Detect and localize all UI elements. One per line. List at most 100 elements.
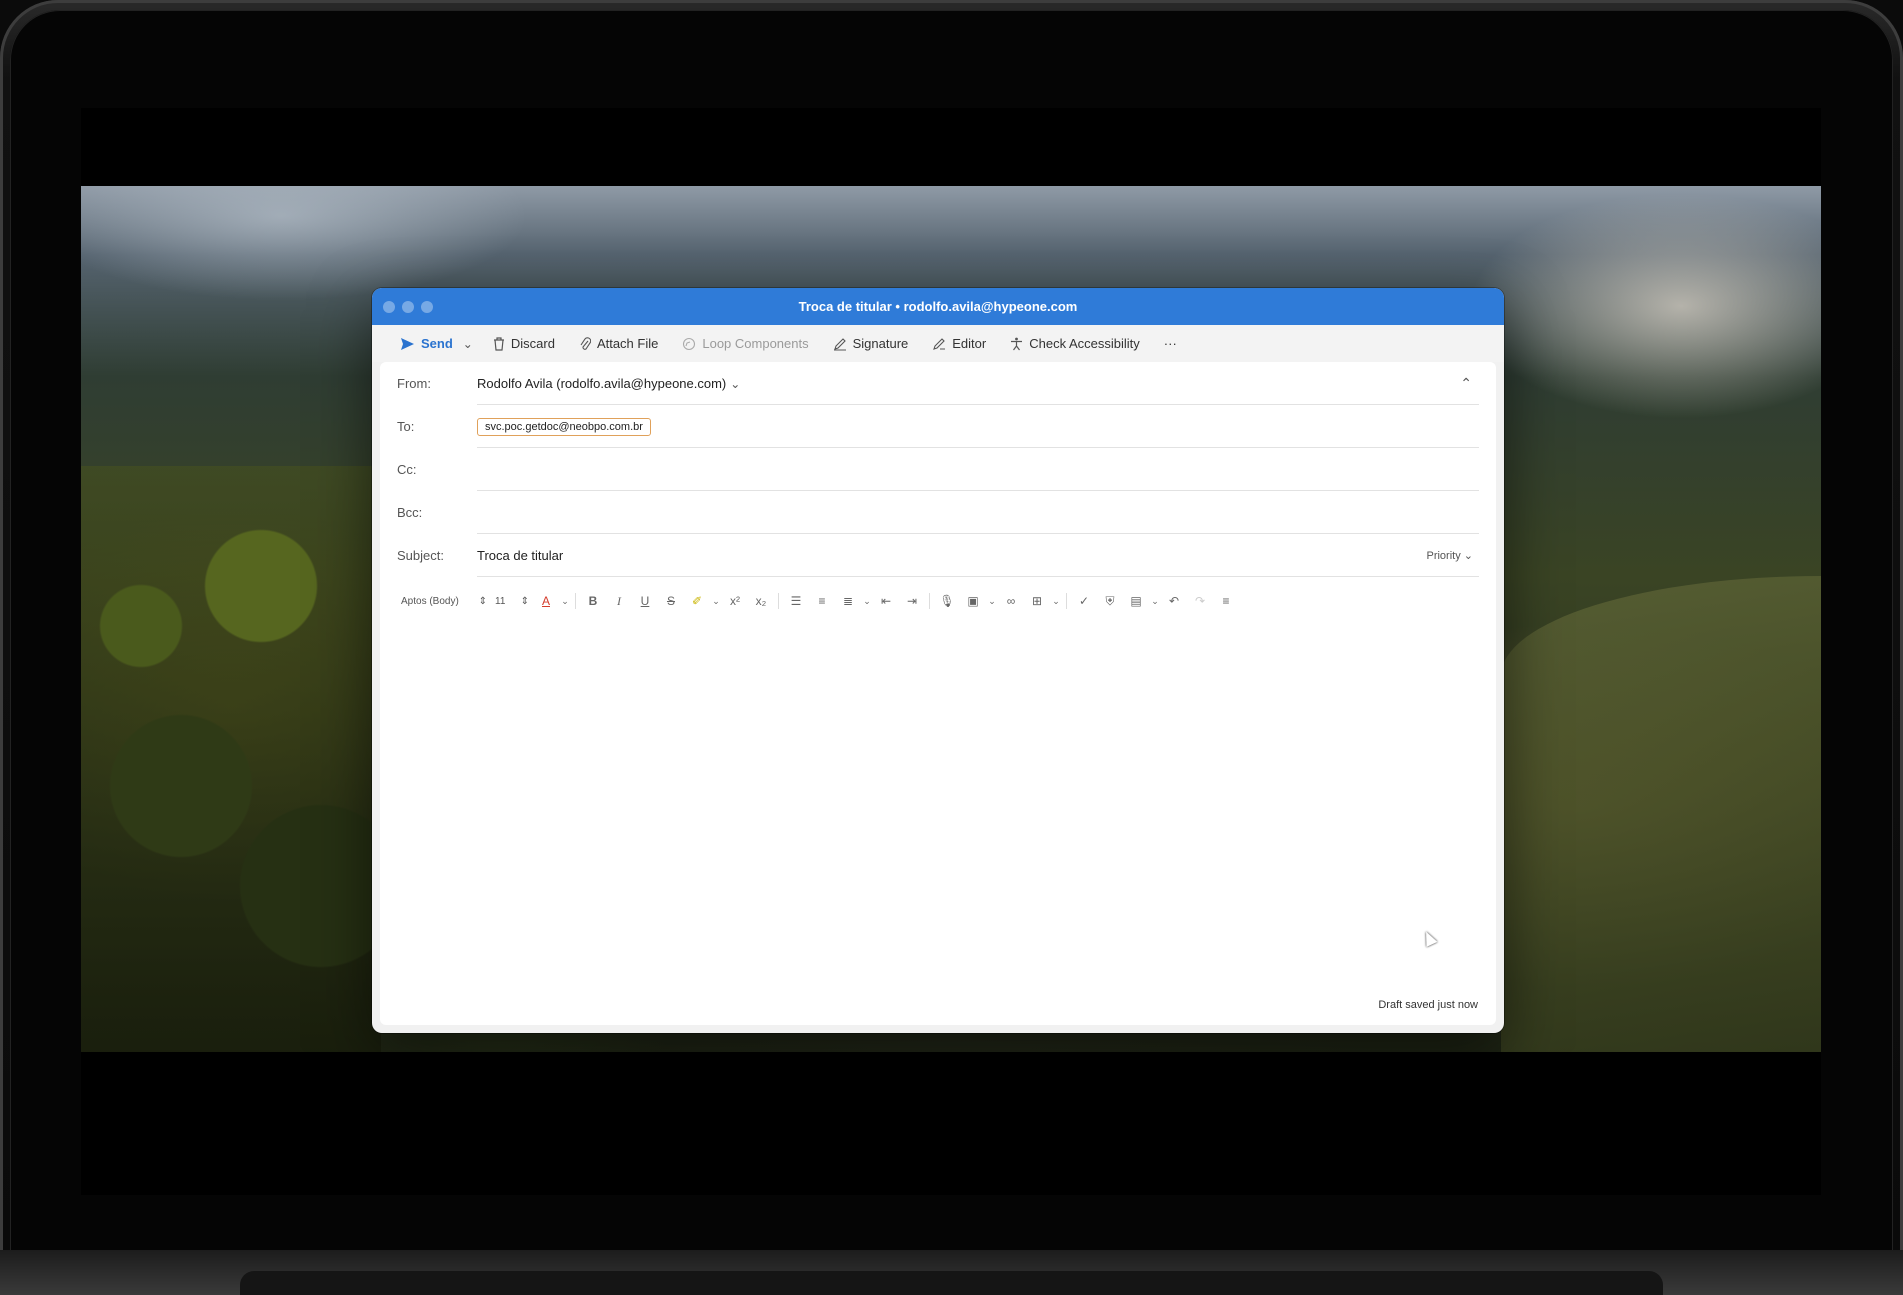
- more-options-icon: ···: [1163, 336, 1177, 351]
- from-row: From: Rodolfo Avila (rodolfo.avila@hypeo…: [397, 362, 1479, 405]
- from-select[interactable]: Rodolfo Avila (rodolfo.avila@hypeone.com…: [477, 376, 740, 391]
- font-size-select[interactable]: 11 ⇕: [491, 596, 533, 607]
- title-bar: Troca de titular • rodolfo.avila@hypeone…: [372, 288, 1504, 325]
- bcc-label: Bcc:: [397, 505, 423, 520]
- cc-label: Cc:: [397, 462, 417, 477]
- loop-icon: [683, 337, 696, 350]
- from-value: Rodolfo Avila (rodolfo.avila@hypeone.com…: [477, 376, 727, 391]
- attach-file-button[interactable]: Attach File: [579, 336, 658, 351]
- send-group: Send ⌄: [400, 336, 473, 351]
- send-icon: [401, 337, 414, 350]
- pen-icon: [833, 337, 846, 351]
- formatting-toolbar: Aptos (Body) ⇕ 11 ⇕ A ⌄ B I U S ✐ ⌄ x² x…: [397, 588, 1239, 614]
- loop-components-button[interactable]: Loop Components: [682, 336, 809, 351]
- close-window-button[interactable]: [383, 301, 395, 313]
- divider: [477, 576, 1479, 577]
- discard-label: Discard: [510, 336, 555, 351]
- send-label: Send: [421, 336, 453, 351]
- highlight-icon[interactable]: ✐: [684, 594, 710, 608]
- subscript-icon[interactable]: x₂: [748, 594, 774, 608]
- laptop-chin: [0, 1250, 1903, 1295]
- from-label: From:: [397, 376, 431, 391]
- chevron-down-icon: ⌄: [730, 376, 741, 391]
- wallpaper-hill: [1501, 576, 1821, 1052]
- more-format-icon[interactable]: ≡: [1213, 594, 1239, 608]
- signature-label: Signature: [852, 336, 909, 351]
- font-family-select[interactable]: Aptos (Body) ⇕: [397, 596, 491, 607]
- editor-pen-icon: [933, 337, 946, 350]
- font-size-value: 11: [495, 595, 506, 607]
- trash-icon: [493, 336, 504, 351]
- loop-components-label: Loop Components: [702, 336, 809, 351]
- desktop-wallpaper: Troca de titular • rodolfo.avila@hypeone…: [81, 186, 1821, 1052]
- table-icon[interactable]: ⊞: [1024, 594, 1050, 608]
- chevron-down-icon[interactable]: ⌄: [1050, 596, 1062, 607]
- discard-button[interactable]: Discard: [493, 336, 555, 351]
- spelling-icon[interactable]: ✓: [1071, 594, 1097, 608]
- zoom-window-button[interactable]: [421, 301, 433, 313]
- check-accessibility-label: Check Accessibility: [1029, 336, 1140, 351]
- screen: Troca de titular • rodolfo.avila@hypeone…: [81, 108, 1821, 1195]
- to-recipient-chip[interactable]: svc.poc.getdoc@neobpo.com.br: [477, 417, 651, 436]
- separator: [575, 593, 576, 609]
- redo-icon[interactable]: ↷: [1187, 594, 1213, 608]
- editor-button[interactable]: Editor: [932, 336, 986, 351]
- compose-toolbar: Send ⌄ Discard Attach File Loop Componen…: [372, 325, 1504, 362]
- priority-label: Priority: [1426, 550, 1461, 562]
- font-color-icon[interactable]: A: [533, 594, 559, 608]
- bcc-row[interactable]: Bcc:: [397, 491, 1479, 534]
- increase-indent-icon[interactable]: ⇥: [899, 594, 925, 608]
- chin-notch: [240, 1271, 1663, 1295]
- dictate-icon[interactable]: 🎙: [934, 594, 960, 608]
- underline-icon[interactable]: U: [632, 594, 658, 608]
- more-options-button[interactable]: ···: [1164, 336, 1177, 351]
- chevron-down-icon[interactable]: ⌄: [710, 596, 722, 607]
- align-icon[interactable]: ≣: [835, 594, 861, 608]
- compose-window: Troca de titular • rodolfo.avila@hypeone…: [372, 288, 1504, 1033]
- editor-label: Editor: [952, 336, 987, 351]
- minimize-window-button[interactable]: [402, 301, 414, 313]
- separator: [929, 593, 930, 609]
- check-accessibility-button[interactable]: Check Accessibility: [1010, 336, 1140, 351]
- stepper-icon: ⇕: [478, 595, 487, 607]
- attach-file-label: Attach File: [596, 336, 659, 351]
- chevron-down-icon[interactable]: ⌄: [559, 596, 571, 607]
- paste-icon[interactable]: ▤: [1123, 594, 1149, 608]
- font-family-value: Aptos (Body): [401, 595, 459, 607]
- window-title: Troca de titular • rodolfo.avila@hypeone…: [798, 299, 1078, 314]
- accessibility-icon: [1011, 337, 1023, 350]
- collapse-header-icon[interactable]: ⌃: [1460, 375, 1472, 392]
- cc-row[interactable]: Cc:: [397, 448, 1479, 491]
- separator: [1066, 593, 1067, 609]
- send-options-chevron-icon[interactable]: ⌄: [463, 337, 473, 351]
- chevron-down-icon: ⌄: [1463, 550, 1473, 562]
- italic-icon[interactable]: I: [606, 594, 632, 609]
- subject-input[interactable]: Troca de titular: [477, 548, 563, 563]
- undo-icon[interactable]: ↶: [1161, 594, 1187, 608]
- draft-status: Draft saved just now: [1378, 999, 1478, 1011]
- compose-body: From: Rodolfo Avila (rodolfo.avila@hypeo…: [380, 362, 1496, 1025]
- strikethrough-icon[interactable]: S: [658, 594, 684, 608]
- chevron-down-icon[interactable]: ⌄: [986, 596, 998, 607]
- to-label: To:: [397, 419, 415, 434]
- priority-dropdown[interactable]: Priority ⌄: [1426, 549, 1473, 562]
- wallpaper-trees: [81, 466, 381, 1052]
- separator: [778, 593, 779, 609]
- image-icon[interactable]: ▣: [960, 594, 986, 608]
- chevron-down-icon[interactable]: ⌄: [861, 596, 873, 607]
- send-button[interactable]: Send: [400, 336, 453, 351]
- superscript-icon[interactable]: x²: [722, 594, 748, 608]
- bold-icon[interactable]: B: [580, 594, 606, 608]
- subject-row[interactable]: Subject: Troca de titular Priority ⌄: [397, 534, 1479, 577]
- bullet-list-icon[interactable]: ☰: [783, 594, 809, 608]
- numbered-list-icon[interactable]: ≡: [809, 594, 835, 608]
- paperclip-icon: [580, 336, 591, 350]
- chevron-down-icon[interactable]: ⌄: [1149, 596, 1161, 607]
- subject-label: Subject:: [397, 548, 444, 563]
- sensitivity-icon[interactable]: ⛨: [1097, 594, 1123, 609]
- signature-button[interactable]: Signature: [833, 336, 909, 351]
- to-row: To: svc.poc.getdoc@neobpo.com.br: [397, 405, 1479, 448]
- decrease-indent-icon[interactable]: ⇤: [873, 594, 899, 608]
- link-icon[interactable]: ∞: [998, 594, 1024, 608]
- window-controls: [383, 301, 433, 313]
